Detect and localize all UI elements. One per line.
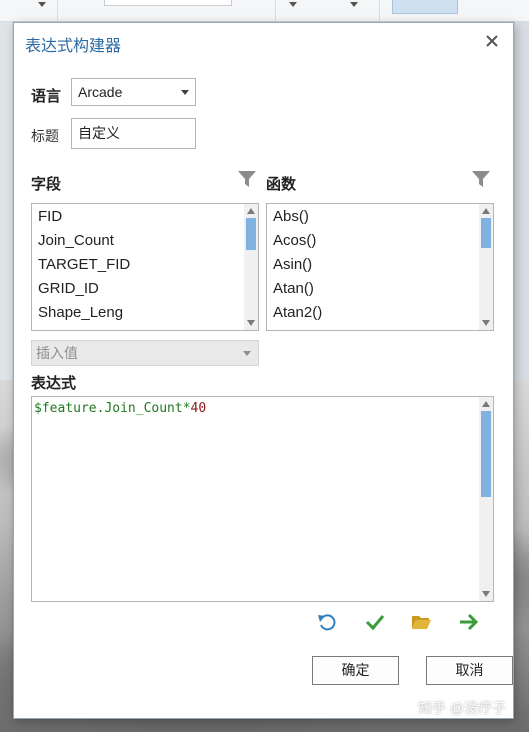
scroll-up-icon[interactable] [247, 208, 255, 214]
list-item[interactable]: FID [38, 205, 62, 229]
fields-list[interactable]: FID Join_Count TARGET_FID GRID_ID Shape_… [31, 203, 259, 331]
dialog-title: 表达式构建器 [25, 38, 122, 55]
expression-scrollbar[interactable] [479, 397, 493, 601]
scroll-thumb[interactable] [246, 218, 256, 250]
fields-header: 字段 [31, 176, 62, 193]
fields-scrollbar[interactable] [244, 204, 258, 330]
scroll-thumb[interactable] [481, 218, 491, 248]
expression-builder-dialog: 表达式构建器 语言 Arcade 标题 自定义 字段 函数 FID Join_C… [13, 22, 514, 719]
cancel-button[interactable]: 取消 [426, 656, 513, 685]
bg-toolbar-input [104, 0, 232, 6]
language-value: Arcade [78, 84, 123, 100]
title-label: 标题 [31, 128, 59, 144]
expression-editor[interactable]: $feature.Join_Count*40 [31, 396, 494, 602]
list-item[interactable]: Shape_Leng [38, 301, 123, 325]
background-toolbar [0, 0, 529, 22]
chevron-down-icon [181, 90, 189, 95]
language-select[interactable]: Arcade [71, 78, 196, 106]
functions-list[interactable]: Abs() Acos() Asin() Atan() Atan2() [266, 203, 494, 331]
list-item[interactable]: Abs() [273, 205, 309, 229]
title-bar: 表达式构建器 [14, 23, 513, 61]
scroll-thumb[interactable] [481, 411, 491, 497]
watermark: 知乎 @没疗子 [418, 700, 507, 716]
scroll-down-icon[interactable] [247, 320, 255, 326]
funnel-icon[interactable] [471, 169, 491, 189]
scroll-up-icon[interactable] [482, 208, 490, 214]
arrow-right-icon[interactable] [458, 611, 480, 633]
list-item[interactable]: TARGET_FID [38, 253, 130, 277]
insert-values-select: 插入值 [31, 340, 259, 366]
scroll-down-icon[interactable] [482, 591, 490, 597]
expression-code-text: $feature.Join_Count* [34, 401, 191, 416]
bg-toolbar-cell [330, 0, 380, 22]
scroll-up-icon[interactable] [482, 401, 490, 407]
list-item[interactable]: Atan() [273, 277, 314, 301]
expression-code-number: 40 [190, 401, 207, 416]
functions-scrollbar[interactable] [479, 204, 493, 330]
list-item[interactable]: Atan2() [273, 301, 322, 325]
ok-button[interactable]: 确定 [312, 656, 399, 685]
expression-header: 表达式 [31, 375, 77, 392]
list-item[interactable]: GRID_ID [38, 277, 99, 301]
scroll-down-icon[interactable] [482, 320, 490, 326]
chevron-down-icon [243, 351, 251, 356]
background-panel-left [0, 22, 14, 382]
list-item[interactable]: Acos() [273, 229, 316, 253]
expression-code[interactable]: $feature.Join_Count*40 [34, 401, 206, 416]
background-panel-right [514, 22, 529, 382]
verify-check-icon[interactable] [364, 611, 386, 633]
bg-toolbar-cell [0, 0, 58, 22]
language-label: 语言 [31, 88, 62, 105]
close-icon[interactable] [482, 31, 502, 51]
title-input[interactable]: 自定义 [71, 118, 196, 149]
bg-toolbar-cell [275, 0, 303, 22]
list-item[interactable]: Asin() [273, 253, 312, 277]
funnel-icon[interactable] [237, 169, 257, 189]
bg-toolbar-selected [392, 0, 458, 14]
undo-icon[interactable] [316, 611, 338, 633]
insert-values-placeholder: 插入值 [36, 345, 78, 361]
title-input-value: 自定义 [78, 125, 120, 141]
list-item[interactable]: Join_Count [38, 229, 114, 253]
functions-header: 函数 [266, 176, 297, 193]
open-folder-icon[interactable] [410, 611, 432, 633]
